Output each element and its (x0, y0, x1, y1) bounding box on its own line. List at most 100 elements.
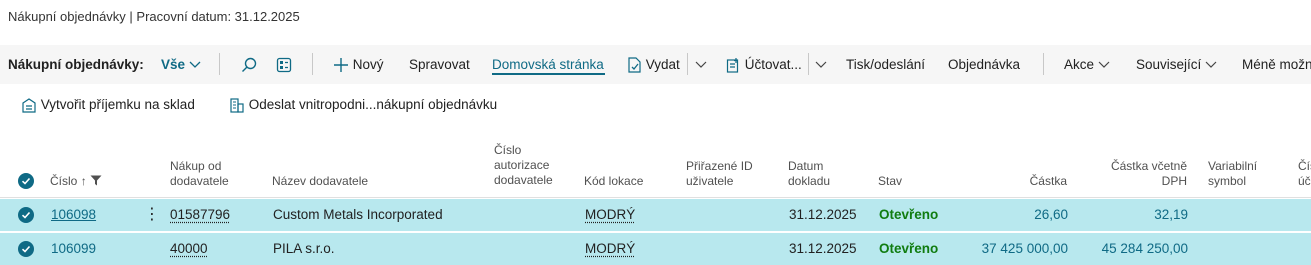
chevron-down-icon (1098, 62, 1110, 69)
send-ic-order-button[interactable]: Odeslat vnitropodni...nákupní objednávku (229, 97, 498, 114)
table-row[interactable]: 106098 ⋮ 01587796 Custom Metals Incorpor… (0, 199, 1311, 231)
vendor-number[interactable]: 01587796 (170, 207, 230, 222)
active-tab-indicator (492, 73, 605, 75)
checkmark-icon (21, 211, 31, 219)
filter-value: Vše (161, 57, 186, 72)
column-label-line: Variabilní (1208, 159, 1258, 173)
chevron-down-icon (1205, 62, 1217, 69)
status-badge: Otevřeno (879, 207, 939, 222)
column-header-status[interactable]: Stav (878, 174, 902, 189)
column-header-amount-incl-vat[interactable]: Částka včetně DPH (1086, 159, 1187, 189)
order-number-link[interactable]: 106099 (51, 241, 96, 256)
separator (808, 53, 809, 75)
manage-button[interactable]: Spravovat (409, 45, 470, 84)
column-label-line: dokladu (788, 174, 831, 188)
new-label: Nový (352, 57, 384, 72)
amount[interactable]: 26,60 (940, 207, 1068, 222)
related-label: Související (1136, 57, 1202, 72)
document-date: 31.12.2025 (789, 207, 857, 222)
column-label-line: autorizace (494, 158, 550, 172)
separator (219, 53, 220, 75)
select-all-checkbox[interactable] (18, 173, 34, 189)
tab-home[interactable]: Domovská stránka (492, 45, 604, 84)
actions-menu[interactable]: Akce (1064, 45, 1110, 84)
new-button[interactable]: Nový (333, 45, 384, 84)
post-document-icon (726, 58, 739, 74)
column-header-vendor-authorization[interactable]: Číslo autorizace dodavatele (494, 143, 553, 188)
search-button[interactable] (241, 45, 257, 84)
checkmark-icon (21, 245, 31, 253)
vendor-number[interactable]: 40000 (170, 241, 208, 256)
column-label-line: úč (1298, 174, 1311, 188)
column-label-line: Číslo (494, 143, 522, 157)
column-label-line: uživatele (686, 174, 734, 188)
print-send-button[interactable]: Tisk/odeslání (846, 45, 925, 84)
divider (0, 197, 1311, 198)
filter-icon (90, 175, 102, 186)
chevron-down-icon (189, 61, 201, 69)
amount[interactable]: 37 425 000,00 (940, 241, 1068, 256)
row-checkbox[interactable] (18, 241, 34, 257)
separator (687, 53, 688, 75)
search-icon (242, 58, 257, 73)
column-label-line: dodavatele (170, 174, 229, 188)
document-release-icon (628, 57, 641, 74)
column-label-line: Přiřazené ID (686, 159, 753, 173)
column-label-line: dodavatele (494, 173, 553, 187)
column-header-number[interactable]: Číslo ↑ (50, 174, 102, 189)
location-code[interactable]: MODRÝ (585, 241, 635, 256)
column-header-location[interactable]: Kód lokace (584, 174, 643, 189)
intercompany-icon (230, 98, 244, 114)
warehouse-receipt-icon (22, 98, 36, 114)
column-number-label: Číslo (50, 174, 78, 188)
sub-action-bar (0, 84, 1311, 128)
release-button[interactable]: Vydat (627, 45, 680, 84)
column-label-line: Čís (1298, 159, 1311, 173)
row-menu-ellipsis-icon[interactable]: ⋮ (144, 204, 161, 224)
sort-ascending-icon: ↑ (80, 174, 87, 188)
less-options-button[interactable]: Méně možností (1242, 45, 1311, 84)
status-badge: Otevřeno (879, 241, 939, 256)
plus-icon (334, 58, 348, 73)
column-header-variable-symbol[interactable]: Variabilní symbol (1208, 159, 1257, 189)
column-label-line: Datum (788, 159, 824, 173)
column-header-amount[interactable]: Částka (966, 174, 1067, 189)
document-date: 31.12.2025 (789, 241, 857, 256)
filter-pane-button[interactable] (276, 45, 292, 84)
view-label: Nákupní objednávky: (8, 57, 144, 72)
separator (1043, 53, 1044, 75)
post-button[interactable]: Účtovat... (726, 45, 802, 84)
send-ic-label: Odeslat vnitropodni...nákupní objednávku (248, 97, 498, 112)
column-header-assigned-user[interactable]: Přiřazené ID uživatele (686, 159, 753, 189)
filter-dropdown[interactable]: Vše (161, 45, 201, 84)
release-dropdown[interactable] (695, 45, 707, 84)
amount-incl-vat[interactable]: 45 284 250,00 (1060, 241, 1188, 256)
filter-pane-icon (276, 58, 292, 73)
chevron-down-icon (815, 62, 827, 69)
order-number-link[interactable]: 106098 (51, 207, 96, 222)
column-header-vendor-no[interactable]: Nákup od dodavatele (170, 159, 229, 189)
breadcrumb: Nákupní objednávky | Pracovní datum: 31.… (8, 9, 300, 24)
vendor-name: PILA s.r.o. (273, 241, 335, 256)
table-row[interactable]: 106099 40000 PILA s.r.o. MODRÝ 31.12.202… (0, 233, 1311, 265)
location-code[interactable]: MODRÝ (585, 207, 635, 222)
row-checkbox[interactable] (18, 207, 34, 223)
column-header-truncated[interactable]: Čís úč (1298, 159, 1311, 189)
post-label: Účtovat... (744, 57, 802, 72)
order-button[interactable]: Objednávka (948, 45, 1020, 84)
amount-incl-vat[interactable]: 32,19 (1060, 207, 1188, 222)
column-label-line: DPH (1161, 174, 1187, 188)
related-menu[interactable]: Související (1136, 45, 1217, 84)
actions-label: Akce (1064, 57, 1095, 72)
separator (312, 53, 313, 75)
column-label-line: Částka včetně (1110, 159, 1187, 173)
column-label-line: Nákup od (170, 159, 222, 173)
column-header-document-date[interactable]: Datum dokladu (788, 159, 830, 189)
post-dropdown[interactable] (815, 45, 827, 84)
release-label: Vydat (645, 57, 680, 72)
column-header-vendor-name[interactable]: Název dodavatele (272, 174, 368, 189)
column-label-line: symbol (1208, 174, 1247, 188)
create-receipt-button[interactable]: Vytvořit příjemku na sklad (21, 97, 195, 114)
create-receipt-label: Vytvořit příjemku na sklad (40, 97, 195, 112)
vendor-name: Custom Metals Incorporated (273, 207, 443, 222)
